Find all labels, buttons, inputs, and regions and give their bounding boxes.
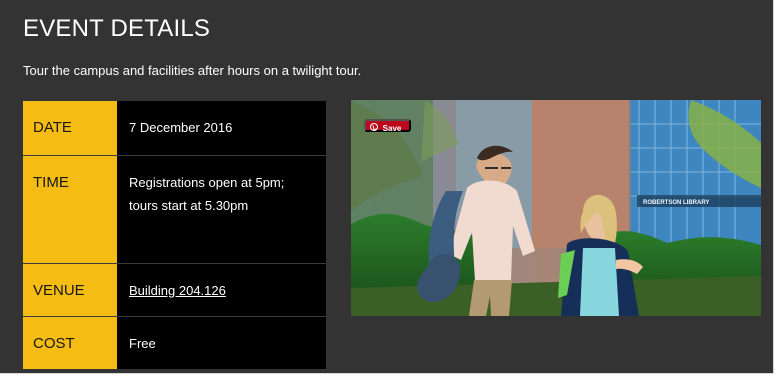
cost-label: COST bbox=[23, 316, 117, 369]
cost-row: COST Free bbox=[23, 316, 326, 369]
save-button[interactable]: Save bbox=[364, 119, 411, 133]
event-photo: ROBERTSON LIBRARY bbox=[351, 100, 761, 316]
venue-row: VENUE Building 204.126 bbox=[23, 263, 326, 317]
date-value: 7 December 2016 bbox=[117, 101, 326, 156]
time-label: TIME bbox=[23, 155, 117, 264]
event-details-table: DATE 7 December 2016 TIME Registrations … bbox=[23, 101, 326, 369]
cost-value: Free bbox=[129, 335, 156, 351]
students-walking-photo: ROBERTSON LIBRARY bbox=[351, 100, 761, 316]
event-description: Tour the campus and facilities after hou… bbox=[23, 63, 362, 78]
pinterest-save-icon bbox=[370, 123, 378, 131]
time-value: Registrations open at 5pm; tours start a… bbox=[117, 155, 326, 264]
venue-value-cell: Building 204.126 bbox=[117, 263, 326, 317]
time-row: TIME Registrations open at 5pm; tours st… bbox=[23, 155, 326, 264]
venue-link[interactable]: Building 204.126 bbox=[129, 283, 226, 298]
event-details-panel: EVENT DETAILS Tour the campus and facili… bbox=[0, 0, 774, 374]
save-button-label: Save bbox=[382, 124, 402, 133]
library-sign-text: ROBERTSON LIBRARY bbox=[643, 200, 709, 206]
date-row: DATE 7 December 2016 bbox=[23, 101, 326, 156]
date-label: DATE bbox=[23, 101, 117, 156]
event-details-title: EVENT DETAILS bbox=[23, 15, 211, 42]
venue-label: VENUE bbox=[23, 263, 117, 317]
